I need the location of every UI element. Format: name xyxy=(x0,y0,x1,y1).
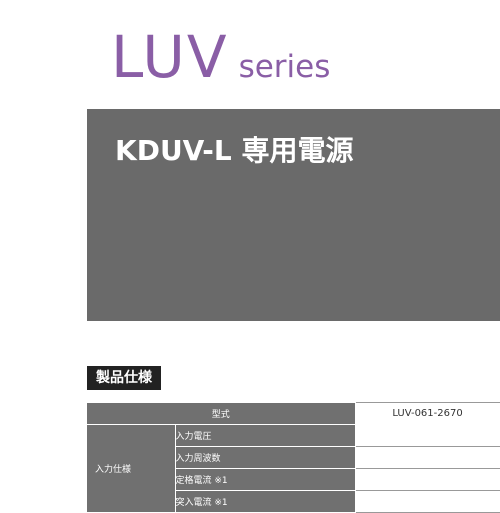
input-spec-group-label: 入力仕様 xyxy=(87,424,176,513)
row-value-rated-current xyxy=(354,468,500,491)
row-value-inrush-current xyxy=(354,490,500,513)
row-label-rated-current: 定格電流 ※1 xyxy=(175,468,356,491)
row-label-inrush-current: 突入電流 ※1 xyxy=(175,490,356,513)
row-label-text: 定格電流 ※1 xyxy=(175,476,228,486)
row-label-input-voltage: 入力電圧 xyxy=(175,424,356,447)
row-value-input-frequency xyxy=(354,446,500,469)
product-title: KDUV-L 専用電源 xyxy=(115,134,354,167)
row-label-text: 入力周波数 xyxy=(175,454,221,464)
series-suffix: series xyxy=(238,49,331,85)
section-heading-specs: 製品仕様 xyxy=(87,366,161,390)
model-header-value: LUV-061-2670 xyxy=(354,402,500,425)
row-label-text: 入力電圧 xyxy=(175,432,212,442)
series-name: LUV xyxy=(111,23,229,91)
series-title: LUV series xyxy=(111,28,330,86)
spec-table: 型式 LUV-061-2670 入力仕様 入力電圧 入力周波数 定格電流 ※1 … xyxy=(87,402,500,513)
row-value-input-voltage xyxy=(354,424,500,447)
table-row: 入力仕様 入力電圧 xyxy=(87,424,500,513)
spec-table-header-row: 型式 LUV-061-2670 xyxy=(87,402,500,425)
row-label-input-frequency: 入力周波数 xyxy=(175,446,356,469)
product-banner: KDUV-L 専用電源 xyxy=(87,109,500,321)
model-header-label: 型式 xyxy=(87,402,356,425)
